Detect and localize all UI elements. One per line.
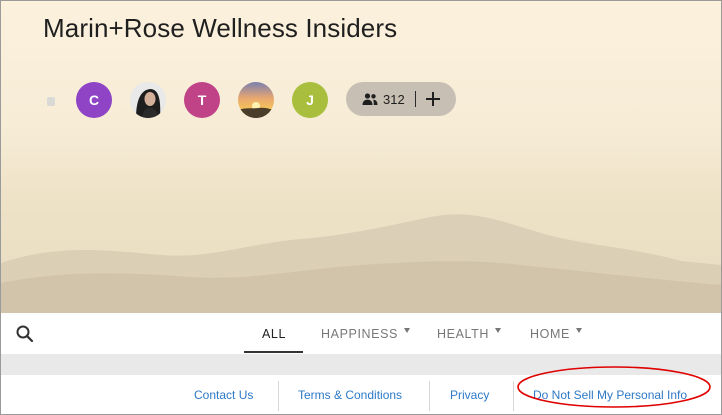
tab-label: HAPPINESS [321, 326, 398, 341]
avatar-initial: C [88, 92, 100, 108]
sunset-photo [238, 82, 274, 118]
group-title: Marin+Rose Wellness Insiders [43, 13, 398, 43]
member-count: 312 [383, 91, 405, 107]
members-pill[interactable]: 312 [346, 82, 456, 116]
page-frame: Marin+Rose Wellness Insiders C T J 312 A… [0, 0, 722, 415]
search-icon[interactable] [15, 324, 35, 344]
plus-icon[interactable] [425, 92, 440, 106]
chevron-down-icon [575, 328, 582, 333]
tab-all[interactable]: ALL [262, 313, 286, 354]
footer-divider [429, 381, 430, 411]
avatar-initial: T [197, 92, 207, 108]
footer-link-privacy[interactable]: Privacy [450, 388, 489, 402]
footer-divider [278, 381, 279, 411]
member-avatar-sunset[interactable] [238, 82, 274, 118]
avatar-initial: J [306, 92, 314, 108]
footer-link-do-not-sell[interactable]: Do Not Sell My Personal Info [533, 388, 687, 402]
mountain-background [1, 214, 721, 313]
content-divider-band [1, 354, 721, 375]
chevron-down-icon [403, 328, 410, 333]
active-tab-indicator [244, 351, 303, 353]
tab-home[interactable]: HOME [530, 313, 582, 354]
tab-label: ALL [262, 326, 287, 341]
tab-label: HEALTH [437, 326, 489, 341]
group-header: Marin+Rose Wellness Insiders C T J 312 [1, 1, 721, 313]
footer-divider [513, 381, 514, 411]
member-avatar-c[interactable]: C [76, 82, 112, 118]
tab-label: HOME [530, 326, 570, 341]
people-icon [362, 93, 378, 105]
member-avatar-j[interactable]: J [292, 82, 328, 118]
tab-health[interactable]: HEALTH [437, 313, 501, 354]
person-photo [130, 82, 166, 118]
chevron-down-icon [495, 328, 501, 333]
group-nav: ALL HAPPINESS HEALTH HOME [1, 313, 721, 354]
footer: Contact Us Terms & Conditions Privacy Do… [1, 375, 721, 414]
footer-link-contact[interactable]: Contact Us [194, 388, 253, 402]
overflow-indicator [47, 97, 55, 106]
tab-happiness[interactable]: HAPPINESS [321, 313, 410, 354]
member-avatar-t[interactable]: T [184, 82, 220, 118]
pill-divider [414, 91, 416, 107]
footer-link-terms[interactable]: Terms & Conditions [298, 388, 402, 402]
member-avatar-photo[interactable] [130, 82, 166, 118]
